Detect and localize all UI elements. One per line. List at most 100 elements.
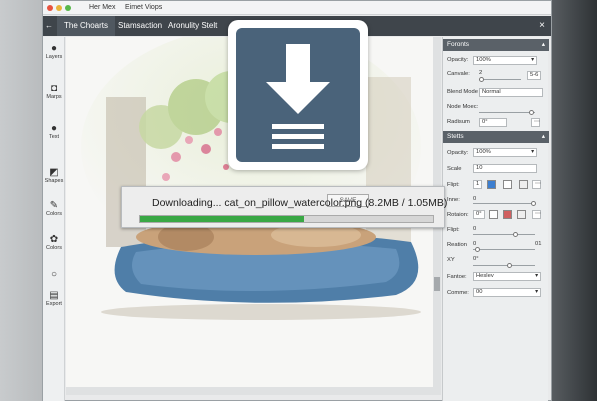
- tool-label: Text: [48, 134, 60, 140]
- chevron-down-icon: ▾: [531, 57, 534, 63]
- person-icon: ●: [50, 43, 58, 54]
- color-swatch-grey-2[interactable]: [517, 210, 526, 219]
- radius-field[interactable]: 0°: [479, 118, 507, 127]
- color-swatch-grey[interactable]: [519, 180, 528, 189]
- chevron-down-icon: ▾: [531, 149, 534, 155]
- comme-select[interactable]: 00 ▾: [473, 288, 541, 297]
- collapse-icon[interactable]: ▴: [542, 39, 545, 51]
- brush-icon: ✎: [49, 200, 59, 211]
- slider-knob[interactable]: [475, 247, 480, 252]
- slider-knob[interactable]: [507, 263, 512, 268]
- slider-knob[interactable]: [479, 77, 484, 82]
- blend-label: Blend Mode: [447, 89, 478, 95]
- tool-sidebar: ● Layers ◘ Marps ● Text ◩ Shapes ✎ Color…: [43, 37, 65, 401]
- app-subtitle: Eimet Viops: [125, 4, 163, 11]
- minimize-window-icon[interactable]: [56, 5, 62, 11]
- circle-icon: ○: [50, 269, 58, 280]
- tool-label: Marps: [46, 94, 62, 100]
- canvas-slider[interactable]: [479, 77, 521, 82]
- section-header-fronts[interactable]: Foronts ▴: [443, 39, 549, 51]
- tool-export[interactable]: ▤ Export: [43, 290, 65, 307]
- app-title: Her Mex: [89, 4, 116, 11]
- flip-field[interactable]: 1: [473, 180, 482, 189]
- node-label: Node Moec:: [447, 104, 479, 110]
- comme-value: 00: [476, 289, 483, 295]
- tool-circle[interactable]: ○: [43, 269, 65, 280]
- tool-layers[interactable]: ● Layers: [43, 43, 65, 60]
- tool-maps[interactable]: ◘ Marps: [43, 83, 65, 100]
- close-window-icon[interactable]: [47, 5, 53, 11]
- camera-icon: ◘: [50, 83, 58, 94]
- close-tab-icon[interactable]: ×: [539, 16, 545, 36]
- node-slider[interactable]: [479, 110, 535, 115]
- inner-label: Inne:: [447, 197, 460, 203]
- color-swatch-red[interactable]: [503, 210, 512, 219]
- opacity-label: Opacity:: [447, 150, 469, 156]
- opacity-label: Opacity:: [447, 57, 469, 63]
- download-app-icon: [228, 20, 368, 170]
- tool-label: Shapes: [44, 178, 64, 184]
- scale-label: Scale: [447, 166, 462, 172]
- color-swatch-white[interactable]: [503, 180, 512, 189]
- flip-more-button[interactable]: ⋯: [532, 180, 541, 189]
- tab-charts[interactable]: The Choarts: [57, 16, 116, 36]
- radius-value: 0°: [482, 119, 488, 125]
- fantoe-select[interactable]: Heslev ▾: [473, 272, 541, 281]
- tool-colors-palette[interactable]: ✿ Colors: [43, 234, 65, 251]
- opacity-value: 100%: [476, 57, 491, 63]
- flip-value: 1: [476, 181, 480, 187]
- scale-value: 10: [476, 165, 483, 171]
- radius-more-button[interactable]: ⋯: [531, 118, 540, 127]
- tool-colors-brush[interactable]: ✎ Colors: [43, 200, 65, 217]
- tool-label: Colors: [46, 245, 62, 251]
- canvas-label: Canvale:: [447, 71, 470, 77]
- back-icon[interactable]: ←: [45, 16, 53, 36]
- download-arrow-graphic: [266, 44, 330, 149]
- comme-label: Comme:: [447, 290, 469, 296]
- scale-field[interactable]: 10: [473, 164, 537, 173]
- tab-aronulity[interactable]: Aronulity Stelt: [161, 16, 224, 36]
- reaction-slider[interactable]: [473, 247, 535, 252]
- inner-value: 0: [473, 196, 477, 202]
- opacity-select-2[interactable]: 100% ▾: [473, 148, 537, 157]
- maximize-window-icon[interactable]: [65, 5, 71, 11]
- flip2-value: 0: [473, 226, 477, 232]
- canvas-min: 2: [479, 70, 483, 76]
- inner-slider[interactable]: [473, 201, 536, 206]
- canvas-max-field[interactable]: 5-6: [527, 71, 541, 80]
- flip-label: Flipt:: [447, 182, 460, 188]
- slider-knob[interactable]: [513, 232, 518, 237]
- rotation-more-button[interactable]: ⋯: [532, 210, 541, 219]
- opacity-select[interactable]: 100% ▾: [473, 56, 537, 65]
- radius-label: Radisum: [447, 119, 470, 125]
- horizontal-scrollbar[interactable]: [66, 387, 441, 395]
- properties-panel: Foronts ▴ Opacity: 100% ▾ Canvale: 2 5-6…: [442, 37, 549, 401]
- shapes-icon: ◩: [49, 167, 59, 178]
- color-swatch-blue[interactable]: [487, 180, 496, 189]
- xy-slider[interactable]: [473, 263, 535, 268]
- tool-text[interactable]: ● Text: [43, 123, 65, 140]
- opacity-value: 100%: [476, 149, 491, 155]
- section-title: Stetts: [447, 133, 464, 140]
- slider-knob[interactable]: [531, 201, 536, 206]
- collapse-icon[interactable]: ▴: [542, 131, 545, 143]
- export-icon: ▤: [49, 290, 59, 301]
- rotation-value: 0°: [476, 211, 482, 217]
- scroll-thumb[interactable]: [434, 277, 440, 291]
- blend-value: Normal: [482, 89, 501, 95]
- download-status-text: Downloading... cat_on_pillow_watercolor.…: [152, 197, 448, 209]
- rotation-label: Rotaion:: [447, 212, 469, 218]
- title-bar: Her Mex Eimet Viops: [43, 1, 551, 15]
- tool-shapes[interactable]: ◩ Shapes: [43, 167, 65, 184]
- reaction-max: 01: [535, 241, 542, 247]
- download-progress-dialog: SAVE Downloading... cat_on_pillow_waterc…: [121, 186, 448, 228]
- section-header-stetts[interactable]: Stetts ▴: [443, 131, 549, 143]
- slider-knob[interactable]: [529, 110, 534, 115]
- person-icon: ●: [50, 123, 58, 134]
- flip2-label: Flipt:: [447, 227, 460, 233]
- rotation-field[interactable]: 0°: [473, 210, 485, 219]
- flip2-slider[interactable]: [473, 232, 535, 237]
- color-swatch-white-2[interactable]: [489, 210, 498, 219]
- palette-icon: ✿: [49, 234, 59, 245]
- blend-mode-field[interactable]: Normal: [479, 88, 543, 97]
